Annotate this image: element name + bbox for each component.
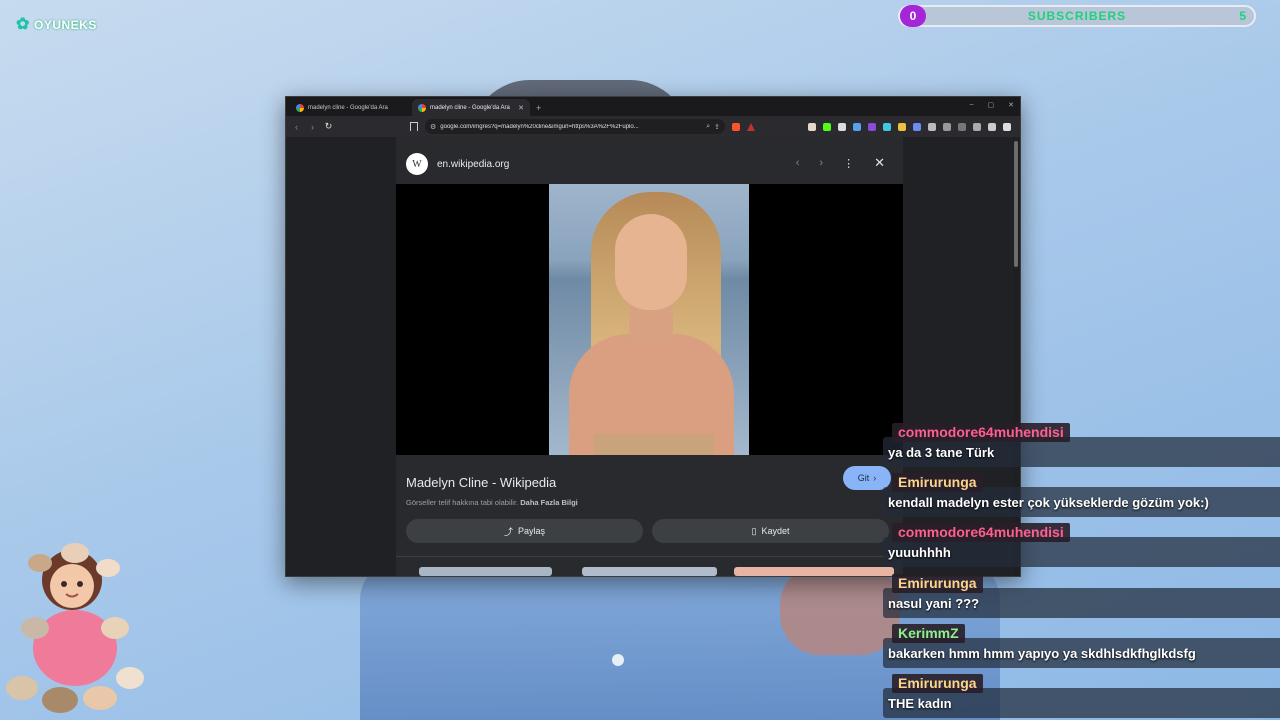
site-info-icon[interactable]: ⚙ xyxy=(430,123,436,131)
chat-text: yuuuhhhh xyxy=(888,545,951,560)
wikipedia-icon: W xyxy=(406,153,428,175)
share-icon: ⤴ xyxy=(503,526,513,537)
copyright-note: Görseller telif hakkına tabi olabilir. D… xyxy=(406,498,578,507)
shirt-button xyxy=(612,654,624,666)
divider xyxy=(396,556,903,557)
window-controls: – ▢ ✕ xyxy=(970,101,1014,109)
rewards-icon[interactable] xyxy=(747,122,755,131)
chat-username: Emirurunga xyxy=(892,674,983,693)
extension-icon[interactable] xyxy=(883,122,891,131)
subscriber-goal: 5 xyxy=(1239,9,1246,23)
subscriber-label: SUBSCRIBERS xyxy=(1027,9,1127,23)
go-button-label: Git xyxy=(857,473,870,483)
extension-icon[interactable] xyxy=(913,122,921,131)
save-label: Kaydet xyxy=(761,526,790,536)
kick-extension-icon[interactable] xyxy=(823,122,831,131)
reload-icon[interactable]: ↻ xyxy=(324,121,333,132)
menu-icon[interactable] xyxy=(1003,122,1011,131)
address-bar[interactable]: ⚙ google.com/imgres?q=madelyn%20cline&im… xyxy=(425,119,725,134)
chat-text: bakarken hmm hmm yapıyo ya skdhlsdkfhglk… xyxy=(888,646,1196,661)
wallet-icon[interactable] xyxy=(958,122,966,131)
previous-icon[interactable]: ‹ xyxy=(796,157,800,170)
chevron-right-icon: › xyxy=(873,473,877,483)
share-label: Paylaş xyxy=(518,526,546,536)
related-thumbnail[interactable] xyxy=(419,567,552,576)
chat-text: nasul yani ??? xyxy=(888,596,980,611)
bookmark-save-icon: ▯ xyxy=(751,525,757,536)
google-favicon-icon xyxy=(418,103,426,112)
tab-close-icon[interactable]: ✕ xyxy=(518,104,524,112)
tab-title: madelyn cline - Google'da Ara xyxy=(308,104,388,111)
extension-icon[interactable] xyxy=(838,122,846,131)
extension-icon[interactable] xyxy=(868,122,876,131)
share-button[interactable]: ⤴ Paylaş xyxy=(406,519,643,543)
chat-username: Emirurunga xyxy=(892,574,983,593)
streamer-hand xyxy=(780,565,900,655)
save-button[interactable]: ▯ Kaydet xyxy=(652,519,889,543)
sparkle-icon[interactable] xyxy=(973,122,981,131)
address-url[interactable]: google.com/imgres?q=madelyn%20cline&imgu… xyxy=(440,124,702,130)
chat-username: KerimmZ xyxy=(892,624,965,643)
close-window-button[interactable]: ✕ xyxy=(1008,101,1014,109)
back-arrow-icon[interactable]: ‹ xyxy=(292,122,301,132)
browser-tab[interactable]: madelyn cline - Google'da Ara xyxy=(290,99,408,116)
chat-text: kendall madelyn ester çok yükseklerde gö… xyxy=(888,495,1209,510)
preview-photo[interactable] xyxy=(549,184,749,455)
next-icon[interactable]: › xyxy=(819,157,823,170)
scrollbar-thumb[interactable] xyxy=(1014,141,1018,267)
channel-logo: ✿ OYUNEKS xyxy=(16,16,97,34)
more-info-link[interactable]: Daha Fazla Bilgi xyxy=(520,498,578,507)
source-name[interactable]: en.wikipedia.org xyxy=(437,159,509,170)
bookmark-icon[interactable] xyxy=(410,122,418,131)
photo-face xyxy=(615,214,687,310)
sidebar-icon[interactable] xyxy=(943,122,951,131)
related-thumbnail[interactable] xyxy=(734,567,894,576)
panel-controls: ‹ › ⋮ ✕ xyxy=(796,156,885,170)
chat-username: commodore64muhendisi xyxy=(892,423,1070,442)
profile-icon[interactable] xyxy=(988,122,996,131)
puzzle-icon[interactable] xyxy=(928,122,936,131)
google-favicon-icon xyxy=(296,103,304,112)
image-title[interactable]: Madelyn Cline - Wikipedia xyxy=(406,475,556,490)
brave-shield-icon[interactable] xyxy=(732,122,740,131)
copyright-text: Görseller telif hakkına tabi olabilir. xyxy=(406,498,519,507)
chat-text: ya da 3 tane Türk xyxy=(888,445,995,460)
logo-icon: ✿ xyxy=(16,16,30,33)
chat-username: Emirurunga xyxy=(892,473,983,492)
forward-arrow-icon[interactable]: › xyxy=(308,122,317,132)
source-row[interactable]: W en.wikipedia.org xyxy=(406,153,509,175)
extensions-bar xyxy=(808,122,1011,131)
photo-dress xyxy=(594,434,714,455)
share-page-icon[interactable]: ⇪ xyxy=(714,123,720,131)
subscriber-count: 0 xyxy=(900,5,926,27)
browser-toolbar: ‹ › ↻ ⚙ google.com/imgres?q=madelyn%20cl… xyxy=(286,116,1020,137)
tab-strip: madelyn cline - Google'da Ara madelyn cl… xyxy=(286,97,1020,116)
more-options-icon[interactable]: ⋮ xyxy=(843,157,854,170)
new-tab-button[interactable]: + xyxy=(536,103,541,113)
image-preview-panel: W en.wikipedia.org ‹ › ⋮ ✕ Madelyn Cline… xyxy=(396,137,903,576)
image-viewer xyxy=(396,184,903,455)
related-thumbnail[interactable] xyxy=(582,567,717,576)
close-icon[interactable]: ✕ xyxy=(874,156,885,170)
tab-title: madelyn cline - Google'da Ara xyxy=(430,104,510,111)
extension-icon[interactable] xyxy=(853,122,861,131)
browser-tab-active[interactable]: madelyn cline - Google'da Ara ✕ xyxy=(412,99,530,116)
maximize-button[interactable]: ▢ xyxy=(988,101,995,109)
chat-text: THE kadın xyxy=(888,696,952,711)
extension-icon[interactable] xyxy=(808,122,816,131)
minimize-button[interactable]: – xyxy=(970,101,974,109)
subscriber-goal-bar: 0 SUBSCRIBERS 5 xyxy=(898,5,1256,27)
cat-mascot-illustration xyxy=(6,543,144,713)
logo-text: OYUNEKS xyxy=(34,18,97,32)
extension-icon[interactable] xyxy=(898,122,906,131)
zoom-icon[interactable]: ⌕ xyxy=(706,123,710,131)
chat-username: commodore64muhendisi xyxy=(892,523,1070,542)
